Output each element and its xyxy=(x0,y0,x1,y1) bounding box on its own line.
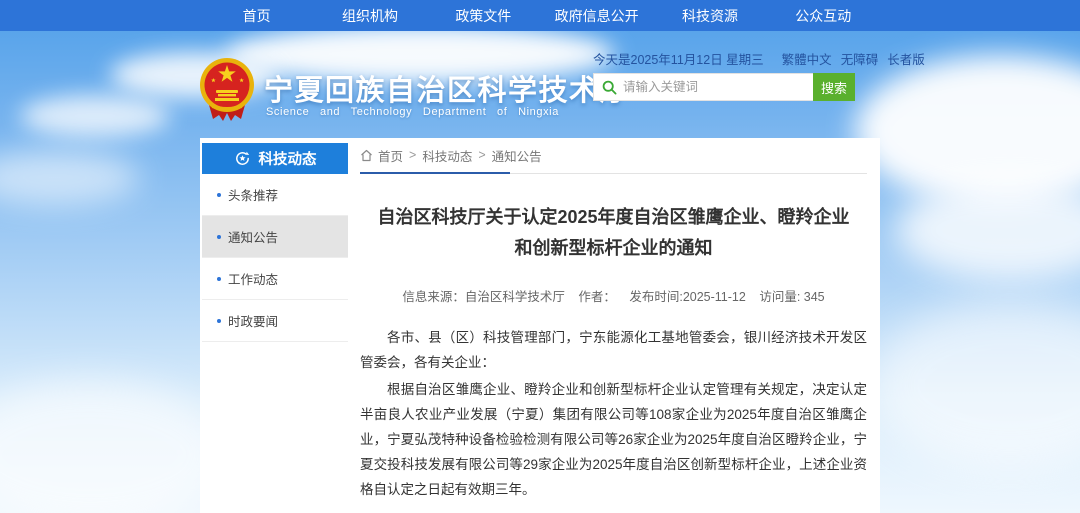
top-navigation: 首页 组织机构 政策文件 政府信息公开 科技资源 公众互动 xyxy=(0,0,1080,31)
article-paragraph: 各市、县（区）科技管理部门，宁东能源化工基地管委会，银川经济技术开发区管委会，各… xyxy=(360,325,867,375)
sidebar-item-headlines[interactable]: 头条推荐 xyxy=(202,174,348,216)
search-input[interactable] xyxy=(623,80,793,94)
current-date: 今天是2025年11月12日 星期三 xyxy=(593,49,764,68)
sidebar-item-label: 时政要闻 xyxy=(228,311,278,330)
page: 首页 组织机构 政策文件 政府信息公开 科技资源 公众互动 宁夏回族自治区 xyxy=(0,0,1080,513)
nav-item-home[interactable]: 首页 xyxy=(200,0,313,31)
meta-visits: 访问量: 345 xyxy=(759,290,824,304)
breadcrumb-separator: > xyxy=(478,148,485,162)
bullet-icon xyxy=(217,235,221,239)
nav-item-sci-resources[interactable]: 科技资源 xyxy=(653,0,766,31)
article-title-line1: 自治区科技厅关于认定2025年度自治区雏鹰企业、瞪羚企业 xyxy=(360,202,867,233)
sidebar-item-political-news[interactable]: 时政要闻 xyxy=(202,300,348,342)
article-area: 首页 > 科技动态 > 通知公告 自治区科技厅关于认定2025年度自治区雏鹰企业… xyxy=(360,144,867,513)
sidebar-header: 科技动态 xyxy=(202,143,348,174)
nav-item-organization[interactable]: 组织机构 xyxy=(313,0,426,31)
site-subtitle: Science and Technology Department of Nin… xyxy=(266,106,559,118)
nav-item-policy[interactable]: 政策文件 xyxy=(427,0,540,31)
bullet-icon xyxy=(217,319,221,323)
search-bar: 搜索 xyxy=(593,73,855,101)
breadcrumb: 首页 > 科技动态 > 通知公告 xyxy=(360,144,867,166)
breadcrumb-notices[interactable]: 通知公告 xyxy=(492,146,542,165)
cloud-decoration xyxy=(870,300,1080,470)
nav-item-public-interaction[interactable]: 公众互动 xyxy=(767,0,880,31)
breadcrumb-sci-news[interactable]: 科技动态 xyxy=(422,146,472,165)
cloud-decoration xyxy=(0,150,140,205)
cloud-decoration xyxy=(0,380,230,513)
home-icon xyxy=(360,149,373,162)
breadcrumb-home[interactable]: 首页 xyxy=(378,146,403,165)
article-title-line2: 和创新型标杆企业的通知 xyxy=(360,233,867,264)
sidebar-item-label: 工作动态 xyxy=(228,269,278,288)
sidebar-item-label: 通知公告 xyxy=(228,227,278,246)
site-header: 宁夏回族自治区科学技术厅 Science and Technology Depa… xyxy=(0,31,1080,138)
nav-item-gov-info[interactable]: 政府信息公开 xyxy=(540,0,653,31)
article-title: 自治区科技厅关于认定2025年度自治区雏鹰企业、瞪羚企业 和创新型标杆企业的通知 xyxy=(360,202,867,264)
link-traditional-chinese[interactable]: 繁體中文 xyxy=(782,49,832,68)
article-paragraph: 根据自治区雏鹰企业、瞪羚企业和创新型标杆企业认定管理有关规定，决定认定半亩良人农… xyxy=(360,377,867,502)
meta-source: 信息来源：自治区科学技术厅 xyxy=(402,290,565,304)
meta-publish-time: 发布时间:2025-11-12 xyxy=(629,290,746,304)
sidebar: 科技动态 头条推荐 通知公告 工作动态 时政要闻 xyxy=(202,143,348,342)
link-accessibility[interactable]: 无障碍 xyxy=(841,49,879,68)
site-title: 宁夏回族自治区科学技术厅 xyxy=(264,67,630,109)
sidebar-item-notices[interactable]: 通知公告 xyxy=(202,216,348,258)
breadcrumb-separator: > xyxy=(409,148,416,162)
search-button[interactable]: 搜索 xyxy=(813,73,855,101)
bullet-icon xyxy=(217,193,221,197)
national-emblem-logo xyxy=(199,57,255,123)
sidebar-item-work-trends[interactable]: 工作动态 xyxy=(202,258,348,300)
article-body: 各市、县（区）科技管理部门，宁东能源化工基地管委会，银川经济技术开发区管委会，各… xyxy=(360,325,867,502)
search-icon xyxy=(602,80,617,95)
meta-author: 作者： xyxy=(578,290,616,304)
sci-news-icon xyxy=(234,150,251,167)
sidebar-item-label: 头条推荐 xyxy=(228,185,278,204)
sidebar-title: 科技动态 xyxy=(259,148,317,169)
main-panel: 科技动态 头条推荐 通知公告 工作动态 时政要闻 xyxy=(200,138,880,513)
article-meta: 信息来源：自治区科学技术厅 作者： 发布时间:2025-11-12 访问量: 3… xyxy=(360,286,867,305)
bullet-icon xyxy=(217,277,221,281)
link-elder-version[interactable]: 长者版 xyxy=(887,49,925,68)
cloud-decoration xyxy=(895,180,1080,280)
breadcrumb-divider xyxy=(360,172,867,174)
